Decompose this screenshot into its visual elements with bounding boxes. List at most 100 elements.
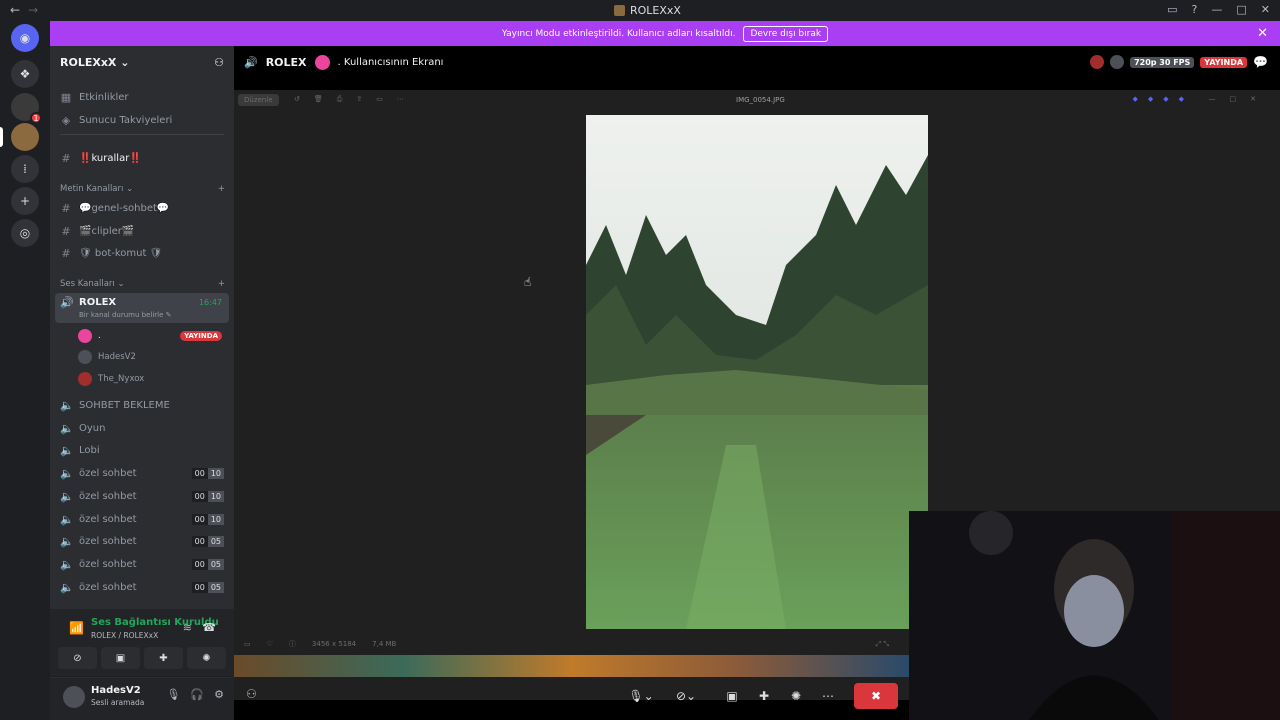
file-name: IMG_0054.JPG [736,96,785,104]
screen-share-button[interactable]: ▣ [101,647,140,669]
voice-channel-ozel-sohbet[interactable]: 🔈 özel sohbet 00 05 [60,558,224,571]
avatar [78,329,92,343]
voice-channel-ozel-sohbet[interactable]: 🔈 özel sohbet 00 10 [60,513,224,526]
invite-to-voice-icon[interactable]: ⚇ [246,687,257,701]
voice-channels-category[interactable]: Ses Kanalları ⌄ + [60,279,225,289]
info-icon[interactable]: ⓘ [289,639,296,649]
hash-icon: # [61,202,71,215]
stage-channel-name: ROLEX [265,55,307,69]
shared-taskbar [234,655,909,677]
voice-channel-oyun[interactable]: 🔈 Oyun [60,422,105,435]
voice-user-hadesv2[interactable]: HadesV2 [78,350,136,364]
avatar [78,350,92,364]
voice-channel-sohbet-bekleme[interactable]: 🔈 SOHBET BEKLEME [60,399,170,412]
channel-label: 🛡 bot-komut 🛡 [79,248,163,259]
back-arrow-icon[interactable]: ← [10,3,20,17]
noise-suppression-icon[interactable]: ≋ [183,621,192,634]
boosts-label: Sunucu Takviyeleri [79,115,173,126]
discord-home-icon[interactable]: ◉ [11,24,39,52]
channel-label: özel sohbet [79,491,137,502]
add-channel-icon[interactable]: + [218,184,225,194]
camera-off-button[interactable]: ⊘ [58,647,97,669]
viewer-toolbar-icons[interactable]: ↺🗑⎙⇪▭⋯ [294,95,418,104]
channel-label: özel sohbet [79,582,137,593]
channel-label: ‼️kurallar‼️ [79,153,142,164]
channel-genel-sohbet[interactable]: # 💬genel-sohbet💬 [60,202,169,215]
voice-channel-ozel-sohbet[interactable]: 🔈 özel sohbet 00 05 [60,535,224,548]
chat-icon[interactable]: 💬 [1253,55,1268,69]
close-icon[interactable]: ✕ [1257,26,1268,41]
invite-icon[interactable]: ⚇ [214,56,224,69]
history-nav: ← → [10,3,38,17]
microphone-icon[interactable]: 🎙 [166,688,180,701]
channel-status[interactable]: Bir kanal durumu belirle ✎ [79,311,172,319]
filmstrip-icon[interactable]: ▭ [244,640,251,648]
channel-label: Oyun [79,423,106,434]
app-icons[interactable]: ◆◆◆◆ [1132,95,1194,103]
headphones-icon[interactable]: 🎧 [190,688,204,701]
more-options-button[interactable]: ⋯ [818,683,838,709]
nitro-icon[interactable]: ❖ [11,60,39,88]
category-label: Metin Kanalları ⌄ [60,184,134,194]
activities-button[interactable]: ✚ [144,647,183,669]
maximize-button[interactable]: □ [1236,3,1246,16]
voice-location[interactable]: ROLEX / ROLEXxX [91,631,158,640]
screen-share-toggle[interactable]: ▣ [722,683,742,709]
mouse-cursor-icon: ☝ [524,275,532,289]
speaker-icon: 🔈 [60,558,74,571]
channel-label: özel sohbet [79,514,137,525]
text-channels-category[interactable]: Metin Kanalları ⌄ + [60,184,225,194]
voice-channel-lobi[interactable]: 🔈 Lobi [60,444,100,457]
stream-controls: ⚇ 🎙⌄ ⊘⌄ ▣ ✚ ✺ ⋯ ✖ [234,675,1280,720]
inbox-icon[interactable]: ▭ [1167,3,1177,16]
minimize-button[interactable]: — [1211,3,1222,16]
hash-icon: # [61,152,71,165]
favorite-icon[interactable]: ♡ [267,640,273,648]
voice-user-the-nyxox[interactable]: The_Nyxox [78,372,144,386]
user-name[interactable]: HadesV2 [91,685,141,696]
channel-clipler[interactable]: # 🎬clipler🎬 [60,225,134,238]
forward-arrow-icon[interactable]: → [28,3,38,17]
add-server-icon[interactable]: + [11,187,39,215]
signal-icon[interactable]: 📶 [69,621,84,635]
help-icon[interactable]: ? [1192,3,1198,16]
channel-label: SOHBET BEKLEME [79,400,170,411]
channel-label: 🎬clipler🎬 [79,226,135,237]
leave-call-button[interactable]: ✖ [854,683,898,709]
discover-icon[interactable]: ◎ [11,219,39,247]
soundboard-button[interactable]: ✺ [786,683,806,709]
server-header[interactable]: ROLEXxX ⌄ ⚇ [50,46,234,78]
voice-channel-ozel-sohbet[interactable]: 🔈 özel sohbet 00 10 [60,490,224,503]
edit-button[interactable]: Düzenle [238,94,279,106]
gear-icon[interactable]: ⚙ [214,688,224,701]
microphone-toggle[interactable]: 🎙⌄ [624,683,658,709]
zoom-icons[interactable]: ⤢ ⤡ [876,640,889,649]
activities-button[interactable]: ✚ [754,683,774,709]
server-icon-rolexxx[interactable] [0,123,39,151]
events-item[interactable]: ▦ Etkinlikler [60,91,129,104]
soundboard-button[interactable]: ✺ [187,647,226,669]
server-icon-1[interactable]: 1 [11,93,42,124]
channel-bot-komut[interactable]: # 🛡 bot-komut 🛡 [60,247,162,260]
camera-toggle[interactable]: ⊘⌄ [668,683,704,709]
boosts-item[interactable]: ◈ Sunucu Takviyeleri [60,114,173,127]
viewer-avatar [1090,55,1105,69]
voice-channel-ozel-sohbet[interactable]: 🔈 özel sohbet 00 10 [60,467,224,480]
voice-channel-ozel-sohbet[interactable]: 🔈 özel sohbet 00 05 [60,581,224,594]
viewer-window-controls[interactable]: —□✕ [1209,95,1270,103]
channel-kurallar[interactable]: # ‼️kurallar‼️ [60,152,142,165]
stage-badges: 720p 30 FPS YAYINDA 💬 [1090,55,1268,69]
voice-status[interactable]: Ses Bağlantısı Kuruldu [91,617,219,628]
server-folder-icon[interactable]: ⁞ [11,155,39,183]
speaker-icon: 🔈 [60,490,74,503]
voice-user-streamer[interactable]: . YAYINDA [78,329,222,343]
channel-label: özel sohbet [79,468,137,479]
disable-streamer-mode-button[interactable]: Devre dışı bırak [743,25,829,42]
voice-channel-rolex-label[interactable]: 🔊 ROLEX [60,296,116,309]
disconnect-icon[interactable]: ☎ [202,621,216,634]
channel-label: 💬genel-sohbet💬 [79,203,170,214]
live-badge: YAYINDA [1200,56,1248,68]
user-avatar[interactable] [63,686,85,708]
close-button[interactable]: ✕ [1261,3,1270,16]
add-channel-icon[interactable]: + [218,279,225,289]
